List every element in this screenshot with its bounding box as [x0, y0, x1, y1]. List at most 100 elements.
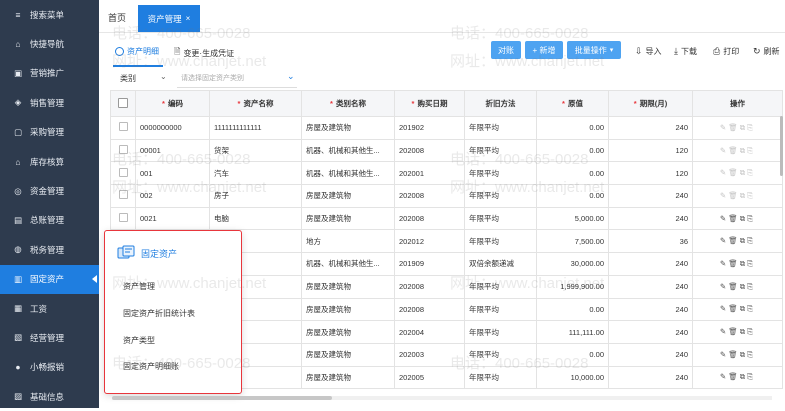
- dispose-icon[interactable]: ⎘: [747, 214, 755, 223]
- delete-icon[interactable]: 🗑: [728, 191, 740, 200]
- row-checkbox[interactable]: [118, 190, 128, 200]
- dispose-icon[interactable]: ⎘: [747, 304, 755, 313]
- import-button[interactable]: ⇩ 导入: [635, 46, 662, 57]
- sidebar-item[interactable]: ◍ 税务管理: [0, 235, 99, 264]
- edit-icon[interactable]: ✎: [720, 168, 728, 177]
- download-button[interactable]: ⤓ 下载: [674, 46, 697, 57]
- submenu-item-asset-management[interactable]: 资产管理: [123, 281, 155, 292]
- add-button[interactable]: + 新增: [525, 41, 563, 59]
- delete-icon[interactable]: 🗑: [728, 123, 740, 132]
- copy-icon[interactable]: ⧉: [740, 168, 747, 177]
- row-checkbox-cell[interactable]: [110, 161, 136, 186]
- print-button[interactable]: ⎙ 打印: [713, 46, 739, 57]
- dispose-icon[interactable]: ⎘: [747, 327, 755, 336]
- delete-icon[interactable]: 🗑: [728, 168, 740, 177]
- dispose-icon[interactable]: ⎘: [747, 350, 755, 359]
- reconcile-button[interactable]: 对账: [491, 41, 521, 59]
- delete-icon[interactable]: 🗑: [728, 327, 740, 336]
- tab-home[interactable]: 首页: [108, 11, 126, 24]
- chevron-down-icon[interactable]: ⌄: [287, 71, 295, 82]
- edit-icon[interactable]: ✎: [720, 350, 728, 359]
- copy-icon[interactable]: ⧉: [740, 304, 747, 313]
- edit-icon[interactable]: ✎: [720, 123, 728, 132]
- tab-asset-management[interactable]: 资产管理 ×: [138, 5, 200, 32]
- submenu-item-asset-type[interactable]: 资产类型: [123, 335, 155, 346]
- batch-operation-button[interactable]: 批量操作 ▾: [567, 41, 621, 59]
- sidebar-item[interactable]: ≡ 搜索菜单: [0, 0, 99, 29]
- chevron-down-icon[interactable]: ⌄: [160, 72, 167, 81]
- table-row[interactable]: 0021 电脑 房屋及建筑物 202008 年限平均 5,000.00 240 ✎🗑⧉⎘: [110, 206, 783, 231]
- delete-icon[interactable]: 🗑: [728, 350, 740, 359]
- copy-icon[interactable]: ⧉: [740, 327, 747, 336]
- sidebar-item[interactable]: ● 小畅报销: [0, 353, 99, 382]
- dispose-icon[interactable]: ⎘: [747, 372, 755, 381]
- delete-icon[interactable]: 🗑: [728, 372, 740, 381]
- copy-icon[interactable]: ⧉: [740, 146, 747, 155]
- row-checkbox[interactable]: [118, 213, 128, 223]
- copy-icon[interactable]: ⧉: [740, 191, 747, 200]
- edit-icon[interactable]: ✎: [720, 304, 728, 313]
- sidebar-item[interactable]: ⌂ 库存核算: [0, 147, 99, 176]
- dispose-icon[interactable]: ⎘: [747, 282, 755, 291]
- dispose-icon[interactable]: ⎘: [747, 259, 755, 268]
- sidebar-item[interactable]: ▣ 营销推广: [0, 59, 99, 88]
- dispose-icon[interactable]: ⎘: [747, 191, 755, 200]
- row-checkbox-cell[interactable]: [110, 138, 136, 163]
- row-checkbox[interactable]: [118, 122, 128, 132]
- refresh-button[interactable]: ↻ 刷新: [753, 46, 780, 57]
- copy-icon[interactable]: ⧉: [740, 282, 747, 291]
- dispose-icon[interactable]: ⎘: [747, 236, 755, 245]
- sidebar-item[interactable]: ▤ 总账管理: [0, 206, 99, 235]
- row-checkbox-cell[interactable]: [110, 116, 136, 140]
- table-row[interactable]: 002 房子 房屋及建筑物 202008 年限平均 0.00 240 ✎🗑⧉⎘: [110, 184, 783, 208]
- row-checkbox[interactable]: [118, 167, 128, 177]
- scrollbar-thumb[interactable]: [112, 396, 332, 400]
- delete-icon[interactable]: 🗑: [728, 259, 740, 268]
- copy-icon[interactable]: ⧉: [740, 236, 747, 245]
- delete-icon[interactable]: 🗑: [728, 282, 740, 291]
- copy-icon[interactable]: ⧉: [740, 123, 747, 132]
- vertical-scrollbar[interactable]: [780, 116, 783, 176]
- table-row[interactable]: 0000000000 1111111111111 房屋及建筑物 201902 年限平均 0…: [110, 116, 783, 140]
- subtab-change-voucher[interactable]: 🗎 变更·生成凭证: [174, 46, 234, 60]
- edit-icon[interactable]: ✎: [720, 236, 728, 245]
- table-row[interactable]: 001 汽车 机器、机械和其他生... 202001 年限平均 0.00 120 ✎🗑⧉⎘: [110, 161, 783, 186]
- delete-icon[interactable]: 🗑: [728, 304, 740, 313]
- dispose-icon[interactable]: ⎘: [747, 168, 755, 177]
- row-checkbox-cell[interactable]: [110, 184, 136, 208]
- edit-icon[interactable]: ✎: [720, 214, 728, 223]
- row-checkbox[interactable]: [118, 145, 128, 155]
- sidebar-item[interactable]: ◈ 销售管理: [0, 88, 99, 117]
- horizontal-scrollbar[interactable]: [112, 396, 772, 400]
- select-all-checkbox[interactable]: [118, 97, 128, 108]
- copy-icon[interactable]: ⧉: [740, 259, 747, 268]
- sidebar-item[interactable]: ⌂ 快捷导航: [0, 29, 99, 58]
- sidebar-item[interactable]: ◎ 资金管理: [0, 176, 99, 205]
- copy-icon[interactable]: ⧉: [740, 214, 747, 223]
- edit-icon[interactable]: ✎: [720, 372, 728, 381]
- sidebar-item[interactable]: ▥ 固定资产: [0, 264, 99, 294]
- copy-icon[interactable]: ⧉: [740, 350, 747, 359]
- table-row[interactable]: 00001 货架 机器、机械和其他生... 202008 年限平均 0.00 120 ✎🗑⧉⎘: [110, 138, 783, 163]
- delete-icon[interactable]: 🗑: [728, 236, 740, 245]
- delete-icon[interactable]: 🗑: [728, 146, 740, 155]
- dispose-icon[interactable]: ⎘: [747, 146, 755, 155]
- edit-icon[interactable]: ✎: [720, 282, 728, 291]
- submenu-item-asset-ledger[interactable]: 固定资产明细账: [123, 361, 179, 372]
- close-icon[interactable]: ×: [186, 14, 191, 23]
- select-all-checkbox-cell[interactable]: [110, 90, 136, 117]
- edit-icon[interactable]: ✎: [720, 146, 728, 155]
- subtab-asset-detail[interactable]: 资产明细: [115, 46, 159, 57]
- submenu-item-depreciation-report[interactable]: 固定资产折旧统计表: [123, 308, 195, 319]
- category-select[interactable]: 请选择固定资产类别: [181, 73, 244, 83]
- dispose-icon[interactable]: ⎘: [747, 123, 755, 132]
- edit-icon[interactable]: ✎: [720, 327, 728, 336]
- delete-icon[interactable]: 🗑: [728, 214, 740, 223]
- row-checkbox-cell[interactable]: [110, 206, 136, 231]
- sidebar-item[interactable]: ▦ 工资: [0, 294, 99, 323]
- sidebar-item[interactable]: ▨ 基础信息: [0, 382, 99, 411]
- edit-icon[interactable]: ✎: [720, 191, 728, 200]
- copy-icon[interactable]: ⧉: [740, 372, 747, 381]
- edit-icon[interactable]: ✎: [720, 259, 728, 268]
- sidebar-item[interactable]: ▢ 采购管理: [0, 118, 99, 147]
